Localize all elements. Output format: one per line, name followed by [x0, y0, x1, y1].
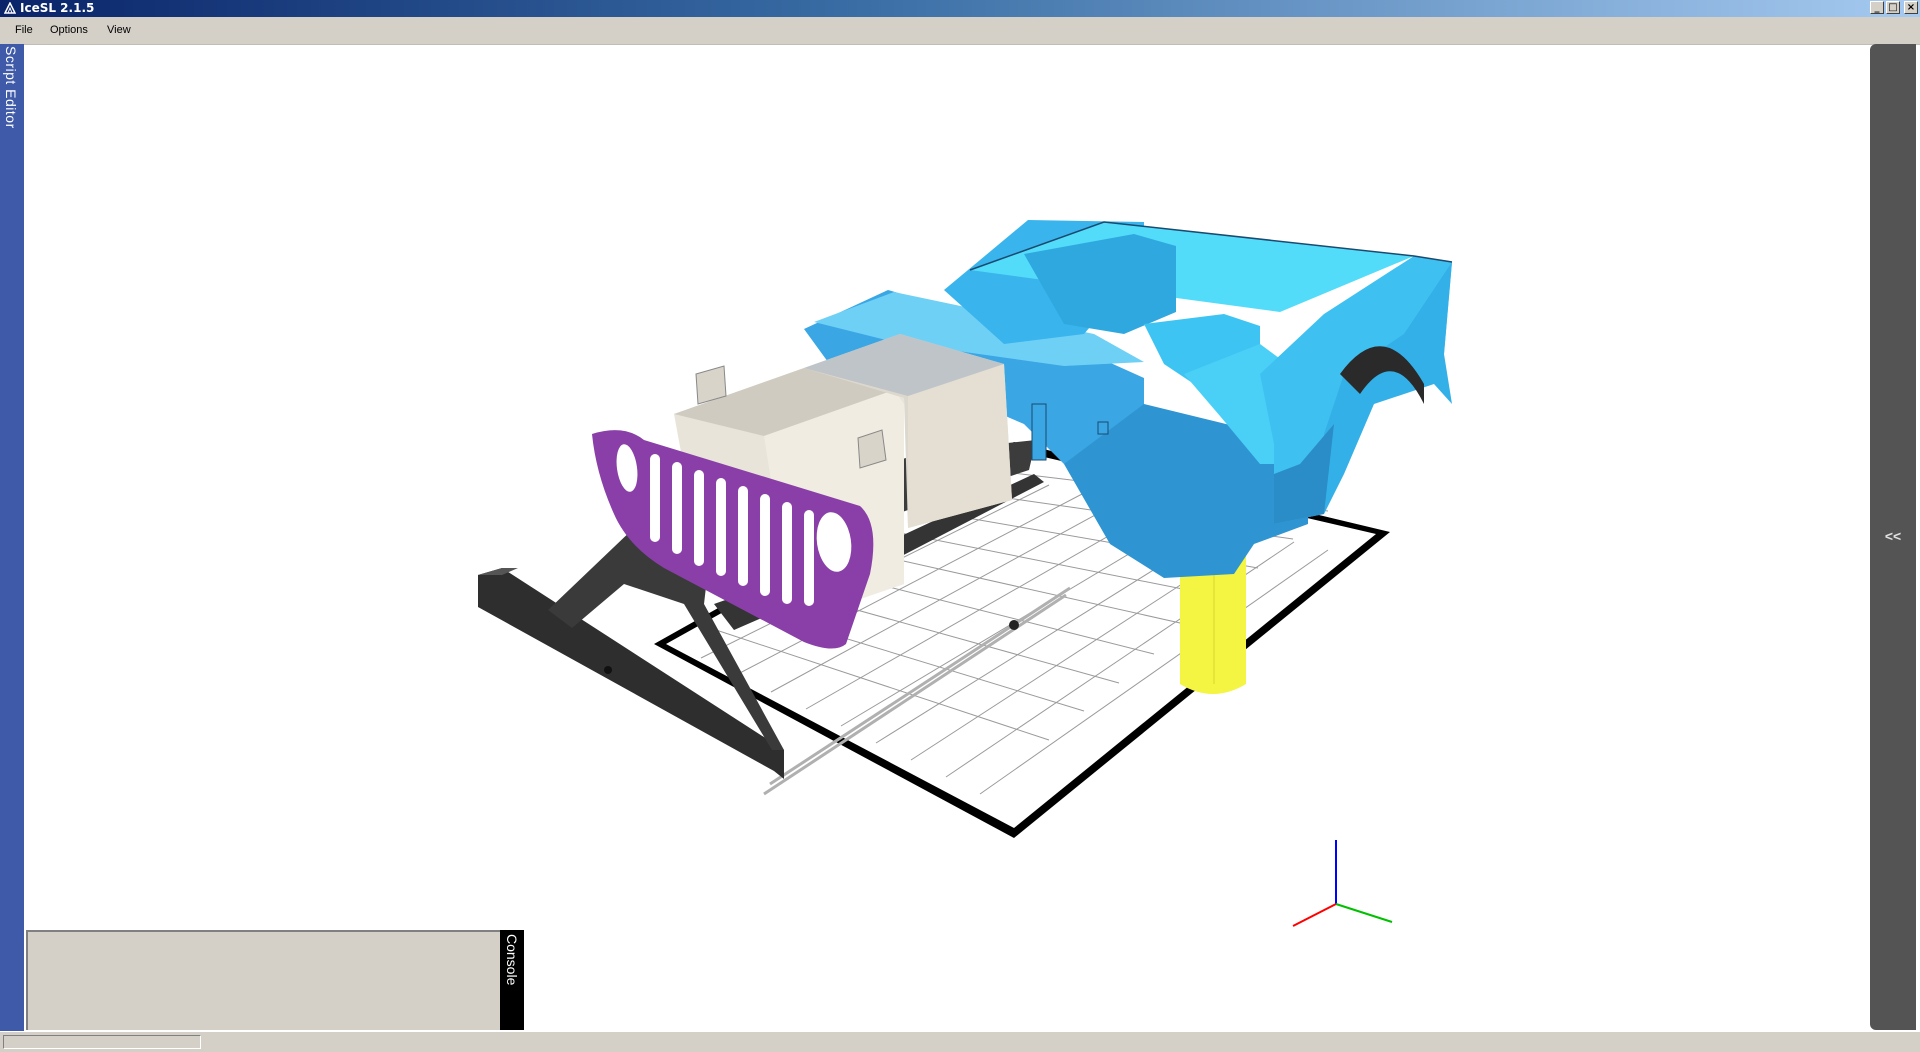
collapse-panel-button[interactable]: << — [1870, 528, 1916, 544]
menu-bar: File Options View — [0, 17, 1920, 45]
restore-button[interactable]: □ — [1886, 1, 1900, 14]
console-label: Console — [504, 934, 520, 986]
3d-viewport[interactable] — [24, 44, 1870, 1031]
console-output[interactable] — [26, 930, 500, 1030]
script-editor-label: Script Editor — [3, 46, 19, 129]
restore-icon: □ — [1888, 2, 1898, 13]
minimize-button[interactable]: _ — [1870, 1, 1884, 14]
minimize-icon: _ — [1874, 2, 1880, 13]
title-bar: IceSL 2.1.5 _ □ × — [0, 0, 1920, 17]
menu-file[interactable]: File — [15, 24, 33, 36]
close-icon: × — [1906, 2, 1916, 13]
scene-render — [478, 220, 1453, 927]
menu-options[interactable]: Options — [50, 24, 88, 36]
axis-gizmo — [1292, 840, 1393, 927]
menu-view[interactable]: View — [107, 24, 131, 36]
icesl-logo-icon — [4, 2, 16, 14]
right-side-panel[interactable]: << — [1870, 44, 1916, 1030]
window-title: IceSL 2.1.5 — [20, 1, 95, 15]
script-editor-tab[interactable]: Script Editor — [0, 44, 24, 1031]
close-button[interactable]: × — [1904, 1, 1918, 14]
console-tab[interactable]: Console — [500, 930, 524, 1030]
status-bar — [0, 1031, 1920, 1052]
status-pane — [3, 1035, 201, 1049]
